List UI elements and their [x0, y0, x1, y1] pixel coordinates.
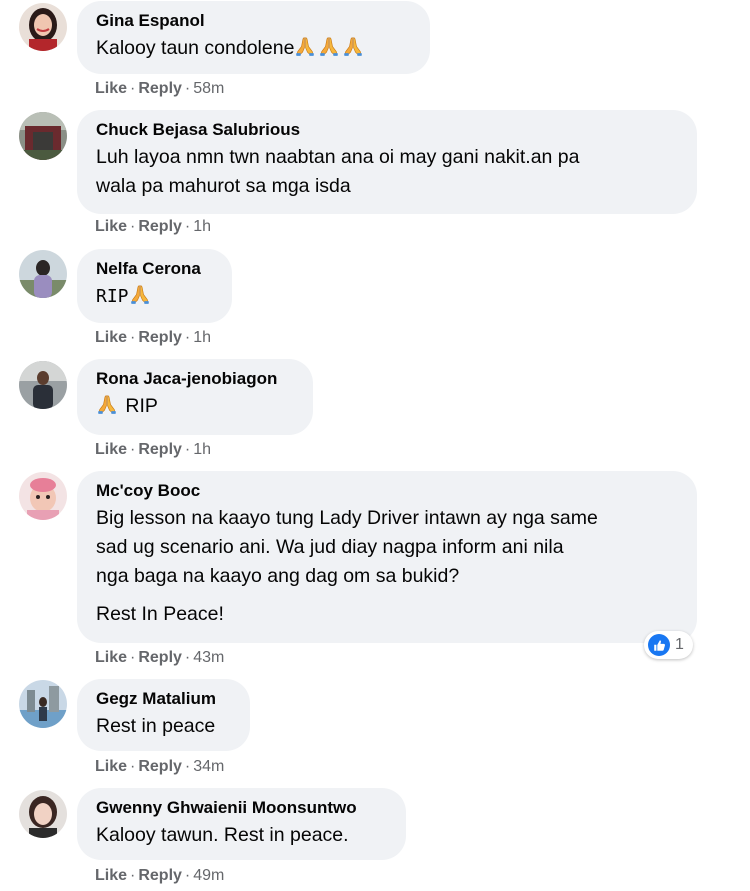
reply-link[interactable]: Reply [138, 329, 182, 346]
comment-actions: Like · Reply · 1h [95, 440, 211, 460]
avatar[interactable] [19, 112, 67, 160]
comment-text: Big lesson na kaayo tung Lady Driver int… [96, 504, 678, 629]
separator: · [184, 80, 191, 97]
avatar[interactable] [19, 3, 67, 51]
comment-bubble: Nelfa Cerona RIP [77, 249, 232, 323]
separator: · [130, 867, 136, 884]
folded-hands-emoji-icon [342, 35, 364, 57]
folded-hands-emoji-icon [129, 283, 151, 305]
comment-text-line: nga baga na kaayo ang dag om sa bukid? [96, 565, 460, 587]
comment-timestamp[interactable]: 1h [193, 441, 211, 458]
comment-author[interactable]: Mc'coy Booc [96, 480, 678, 502]
separator: · [184, 441, 191, 458]
comment-text-line: RIP [96, 286, 129, 307]
reply-link[interactable]: Reply [138, 867, 182, 884]
comment-bubble: Rona Jaca-jenobiagon RIP [77, 359, 313, 435]
comment-text-line: Kalooy taun condolene [96, 37, 295, 59]
comment-author[interactable]: Nelfa Cerona [96, 258, 213, 280]
comment-timestamp[interactable]: 58m [193, 80, 224, 97]
comment-bubble: Gina Espanol Kalooy taun condolene [77, 1, 430, 74]
comment-text: Kalooy tawun. Rest in peace. [96, 821, 387, 850]
comment-bubble: Mc'coy Booc Big lesson na kaayo tung Lad… [77, 471, 697, 643]
comment-text: Rest in peace [96, 712, 231, 741]
reaction-summary[interactable]: 1 [644, 631, 693, 659]
like-link[interactable]: Like [95, 441, 127, 458]
separator: · [184, 867, 191, 884]
folded-hands-emoji-icon [96, 393, 118, 415]
comment-timestamp[interactable]: 43m [193, 649, 224, 666]
reaction-count: 1 [675, 636, 684, 653]
separator: · [130, 218, 136, 235]
comment-author[interactable]: Rona Jaca-jenobiagon [96, 368, 294, 390]
comment-bubble: Chuck Bejasa Salubrious Luh layoa nmn tw… [77, 110, 697, 214]
comment-author[interactable]: Gina Espanol [96, 10, 411, 32]
like-link[interactable]: Like [95, 758, 127, 775]
avatar[interactable] [19, 361, 67, 409]
comment-bubble: Gwenny Ghwaienii Moonsuntwo Kalooy tawun… [77, 788, 406, 860]
separator: · [130, 329, 136, 346]
separator: · [130, 80, 136, 97]
comment-timestamp[interactable]: 34m [193, 758, 224, 775]
reply-link[interactable]: Reply [138, 218, 182, 235]
avatar[interactable] [19, 790, 67, 838]
reply-link[interactable]: Reply [138, 649, 182, 666]
folded-hands-emoji-icon [318, 35, 340, 57]
comment-text: RIP [96, 392, 294, 421]
comment-text-line: Kalooy tawun. Rest in peace. [96, 824, 349, 846]
comment-timestamp[interactable]: 1h [193, 329, 211, 346]
comment-text-line: Luh layoa nmn twn naabtan ana oi may gan… [96, 146, 580, 168]
reply-link[interactable]: Reply [138, 80, 182, 97]
comment-author[interactable]: Gwenny Ghwaienii Moonsuntwo [96, 797, 387, 819]
comment-text-line: wala pa mahurot sa mga isda [96, 175, 351, 197]
reply-link[interactable]: Reply [138, 441, 182, 458]
like-link[interactable]: Like [95, 80, 127, 97]
separator: · [184, 218, 191, 235]
comment-text-line: RIP [125, 395, 158, 417]
like-link[interactable]: Like [95, 218, 127, 235]
separator: · [130, 441, 136, 458]
separator: · [184, 649, 191, 666]
like-link[interactable]: Like [95, 329, 127, 346]
comment-author[interactable]: Chuck Bejasa Salubrious [96, 119, 678, 141]
comment-actions: Like · Reply · 43m [95, 648, 224, 668]
comment-actions: Like · Reply · 58m [95, 79, 224, 99]
like-icon [648, 634, 670, 656]
separator: · [130, 649, 136, 666]
comment-text-line: Rest In Peace! [96, 603, 224, 625]
like-link[interactable]: Like [95, 649, 127, 666]
comment-actions: Like · Reply · 1h [95, 217, 211, 237]
comment-text: Luh layoa nmn twn naabtan ana oi may gan… [96, 143, 678, 201]
comment-author[interactable]: Gegz Matalium [96, 688, 231, 710]
comment-bubble: Gegz Matalium Rest in peace [77, 679, 250, 751]
avatar[interactable] [19, 680, 67, 728]
comment-text-line: Rest in peace [96, 715, 216, 737]
separator: · [184, 758, 191, 775]
comment-actions: Like · Reply · 49m [95, 866, 224, 886]
comment-text: Kalooy taun condolene [96, 34, 411, 63]
comment-actions: Like · Reply · 34m [95, 757, 224, 777]
comment-timestamp[interactable]: 49m [193, 867, 224, 884]
comment-text-line: Big lesson na kaayo tung Lady Driver int… [96, 507, 598, 529]
folded-hands-emoji-icon [294, 35, 316, 57]
separator: · [130, 758, 136, 775]
reply-link[interactable]: Reply [138, 758, 182, 775]
separator: · [184, 329, 191, 346]
comment-text-line: sad ug scenario ani. Wa jud diay nagpa i… [96, 536, 564, 558]
comment-text: RIP [96, 282, 213, 311]
comment-timestamp[interactable]: 1h [193, 218, 211, 235]
avatar[interactable] [19, 472, 67, 520]
avatar[interactable] [19, 250, 67, 298]
like-link[interactable]: Like [95, 867, 127, 884]
comment-actions: Like · Reply · 1h [95, 328, 211, 348]
